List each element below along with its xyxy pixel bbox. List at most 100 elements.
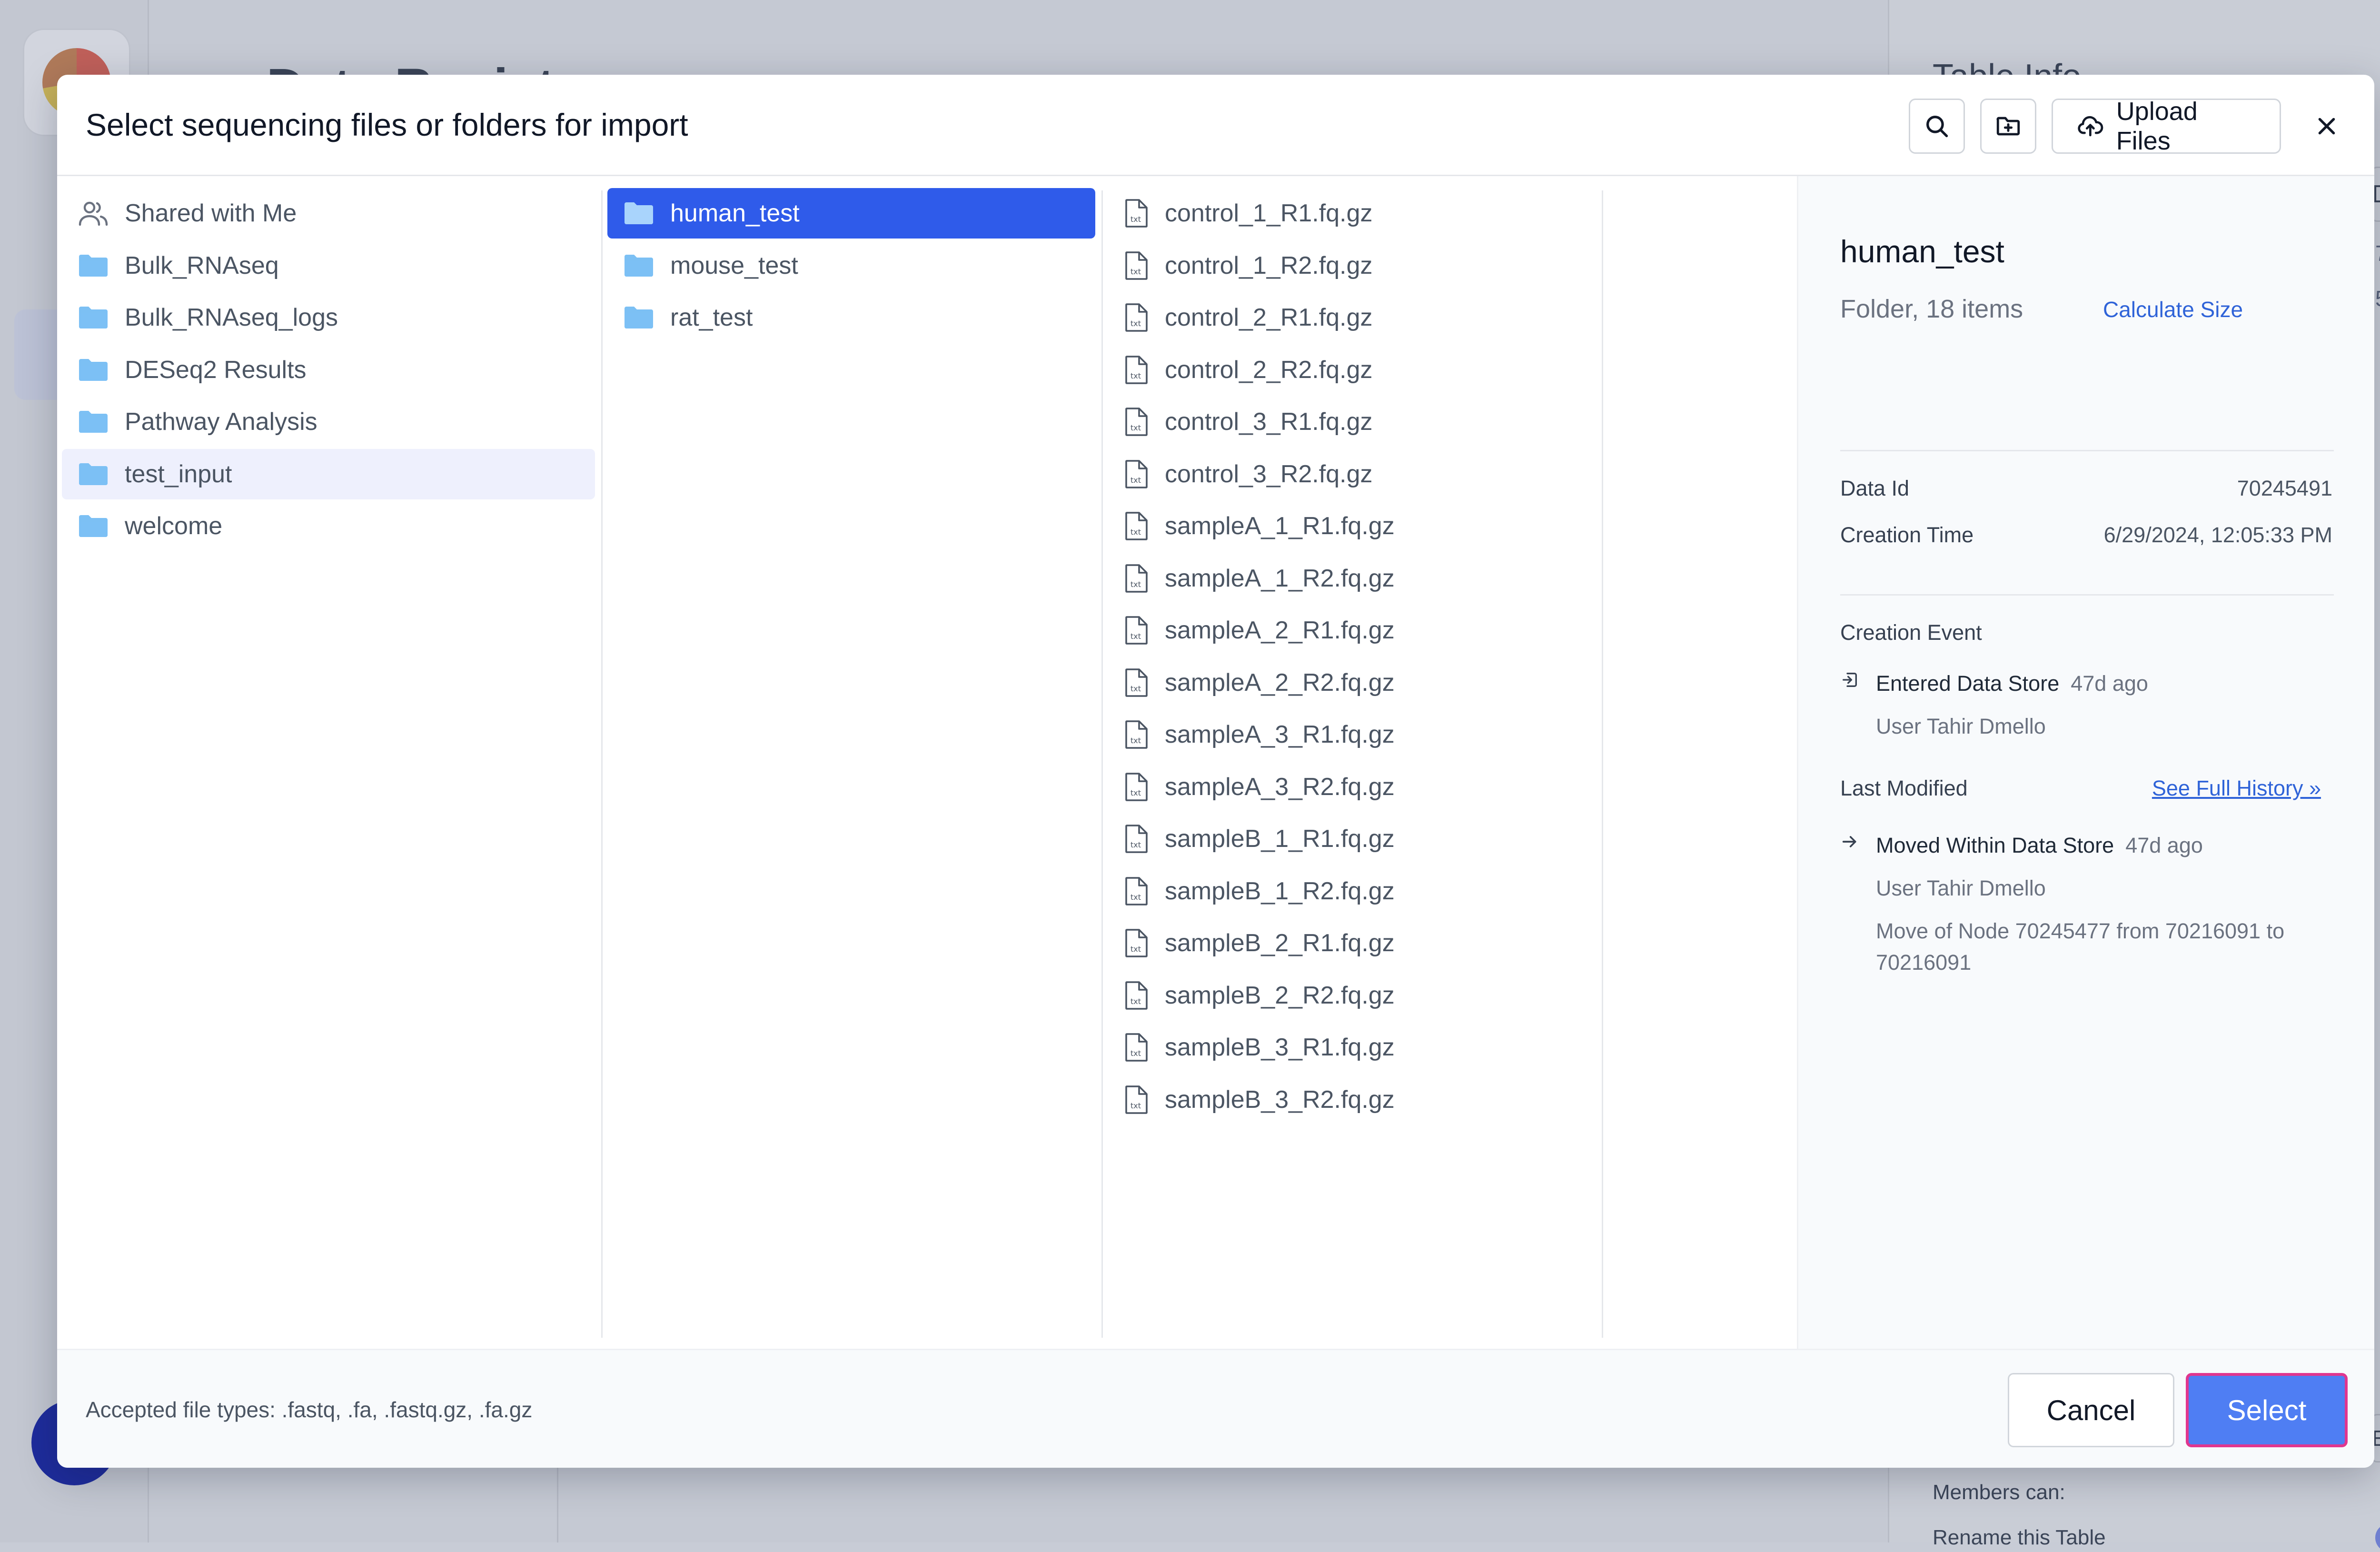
folder-icon bbox=[79, 515, 108, 537]
svg-text:txt: txt bbox=[1130, 684, 1141, 693]
file-item[interactable]: txt control_2_R2.fq.gz bbox=[1108, 345, 1596, 395]
accepted-file-types: Accepted file types: .fastq, .fa, .fastq… bbox=[86, 1397, 533, 1422]
item-label: sampleB_1_R1.fq.gz bbox=[1165, 825, 1395, 853]
details-divider bbox=[1840, 594, 2334, 596]
folder-icon bbox=[79, 307, 108, 328]
folder-item[interactable]: Bulk_RNAseq_logs bbox=[62, 292, 595, 343]
file-item[interactable]: txt control_3_R1.fq.gz bbox=[1108, 397, 1596, 447]
item-label: Bulk_RNAseq_logs bbox=[125, 304, 338, 331]
folder-icon bbox=[625, 202, 653, 224]
item-label: sampleA_2_R1.fq.gz bbox=[1165, 617, 1395, 644]
svg-text:txt: txt bbox=[1130, 527, 1141, 537]
creation-event: Entered Data Store 47d ago bbox=[1876, 671, 2148, 696]
browser-column-4 bbox=[1603, 176, 1797, 1338]
item-label: sampleB_2_R2.fq.gz bbox=[1165, 981, 1395, 1009]
dialog-footer: Accepted file types: .fastq, .fa, .fastq… bbox=[57, 1349, 2374, 1468]
folder-icon bbox=[79, 411, 108, 433]
file-item[interactable]: txt sampleB_2_R1.fq.gz bbox=[1108, 918, 1596, 968]
upload-files-button[interactable]: Upload Files bbox=[2052, 97, 2281, 155]
search-icon bbox=[1926, 116, 1948, 138]
new-folder-button[interactable] bbox=[1980, 99, 2036, 154]
svg-text:txt: txt bbox=[1130, 632, 1141, 641]
modified-event-name: Moved Within Data Store bbox=[1876, 833, 2114, 857]
data-id-value: 70245491 bbox=[2237, 476, 2332, 500]
file-item[interactable]: txt sampleA_2_R1.fq.gz bbox=[1108, 605, 1596, 656]
item-label: Shared with Me bbox=[125, 199, 297, 227]
svg-text:txt: txt bbox=[1130, 1049, 1141, 1058]
folder-item[interactable]: Pathway Analysis bbox=[62, 397, 595, 447]
file-icon: txt bbox=[1125, 616, 1148, 645]
file-icon: txt bbox=[1125, 876, 1148, 905]
calculate-size-link[interactable]: Calculate Size bbox=[2103, 297, 2243, 322]
svg-text:txt: txt bbox=[1130, 840, 1141, 849]
file-icon: txt bbox=[1125, 408, 1148, 436]
new-folder-icon bbox=[1996, 117, 2020, 136]
folder-item[interactable]: DESeq2 Results bbox=[62, 345, 595, 395]
modified-event-ago: 47d ago bbox=[2125, 833, 2203, 857]
browser-column-2: human_test mouse_test rat_test bbox=[603, 176, 1100, 1338]
folder-item[interactable]: test_input bbox=[62, 448, 595, 499]
file-item[interactable]: txt sampleB_1_R1.fq.gz bbox=[1108, 814, 1596, 864]
svg-text:txt: txt bbox=[1130, 788, 1141, 797]
folder-icon bbox=[625, 254, 653, 277]
item-label: Pathway Analysis bbox=[125, 408, 317, 436]
file-item[interactable]: txt sampleA_2_R2.fq.gz bbox=[1108, 657, 1596, 708]
file-item[interactable]: txt control_2_R1.fq.gz bbox=[1108, 292, 1596, 343]
folder-item[interactable]: mouse_test bbox=[607, 240, 1095, 291]
creation-event-name: Entered Data Store bbox=[1876, 671, 2060, 696]
arrow-right-icon bbox=[1842, 836, 1856, 847]
file-item[interactable]: txt sampleA_3_R1.fq.gz bbox=[1108, 709, 1596, 760]
item-label: mouse_test bbox=[670, 251, 798, 279]
details-name: human_test bbox=[1840, 234, 2004, 269]
file-item[interactable]: txt sampleA_3_R2.fq.gz bbox=[1108, 762, 1596, 812]
close-button[interactable] bbox=[2304, 103, 2350, 149]
item-label: sampleA_3_R2.fq.gz bbox=[1165, 773, 1395, 801]
details-panel: human_test Folder, 18 items Calculate Si… bbox=[1797, 176, 2374, 1349]
folder-item[interactable]: welcome bbox=[62, 501, 595, 551]
modified-event: Moved Within Data Store 47d ago bbox=[1876, 833, 2203, 858]
creation-event-ago: 47d ago bbox=[2071, 671, 2148, 696]
details-summary: Folder, 18 items bbox=[1840, 295, 2023, 323]
folder-item[interactable]: Bulk_RNAseq bbox=[62, 240, 595, 291]
file-item[interactable]: txt sampleB_3_R2.fq.gz bbox=[1108, 1074, 1596, 1125]
folder-item[interactable]: rat_test bbox=[607, 292, 1095, 343]
dialog-title: Select sequencing files or folders for i… bbox=[86, 107, 688, 142]
modified-user: User Tahir Dmello bbox=[1876, 876, 2046, 900]
modified-description: Move of Node 70245477 from 70216091 to 7… bbox=[1876, 919, 2285, 975]
cancel-button[interactable]: Cancel bbox=[2008, 1373, 2174, 1447]
search-button[interactable] bbox=[1909, 99, 1965, 154]
folder-icon bbox=[79, 358, 108, 381]
folder-icon bbox=[79, 254, 108, 277]
file-item[interactable]: txt sampleB_2_R2.fq.gz bbox=[1108, 970, 1596, 1021]
file-item[interactable]: txt control_1_R1.fq.gz bbox=[1108, 188, 1596, 239]
file-icon: txt bbox=[1125, 199, 1148, 228]
creation-time-label: Creation Time bbox=[1840, 523, 1974, 547]
shared-with-me-item[interactable]: Shared with Me bbox=[62, 188, 595, 239]
file-icon: txt bbox=[1125, 459, 1148, 488]
close-icon bbox=[2318, 118, 2335, 135]
svg-text:txt: txt bbox=[1130, 945, 1141, 954]
svg-text:txt: txt bbox=[1130, 736, 1141, 745]
file-item[interactable]: txt control_3_R2.fq.gz bbox=[1108, 449, 1596, 499]
background-rename-label: Rename this Table bbox=[1933, 1526, 2106, 1549]
item-label: control_2_R1.fq.gz bbox=[1165, 304, 1373, 331]
file-icon: txt bbox=[1125, 1085, 1148, 1114]
file-item[interactable]: txt sampleB_3_R1.fq.gz bbox=[1108, 1022, 1596, 1073]
file-icon: txt bbox=[1125, 1033, 1148, 1062]
file-item[interactable]: txt sampleA_1_R1.fq.gz bbox=[1108, 501, 1596, 551]
file-icon: txt bbox=[1125, 720, 1148, 749]
select-button[interactable]: Select bbox=[2186, 1373, 2348, 1447]
creation-user: User Tahir Dmello bbox=[1876, 714, 2046, 738]
file-item[interactable]: txt sampleB_1_R2.fq.gz bbox=[1108, 866, 1596, 916]
see-full-history-link[interactable]: See Full History » bbox=[2152, 776, 2321, 801]
item-label: sampleA_1_R1.fq.gz bbox=[1165, 512, 1395, 540]
folder-item[interactable]: human_test bbox=[607, 188, 1095, 239]
item-label: control_2_R2.fq.gz bbox=[1165, 356, 1373, 384]
item-label: control_3_R2.fq.gz bbox=[1165, 460, 1373, 488]
svg-text:txt: txt bbox=[1130, 580, 1141, 589]
file-item[interactable]: txt control_1_R2.fq.gz bbox=[1108, 240, 1596, 291]
folder-icon bbox=[625, 307, 653, 328]
file-item[interactable]: txt sampleA_1_R2.fq.gz bbox=[1108, 553, 1596, 604]
file-icon: txt bbox=[1125, 668, 1148, 697]
file-icon: txt bbox=[1125, 564, 1148, 593]
